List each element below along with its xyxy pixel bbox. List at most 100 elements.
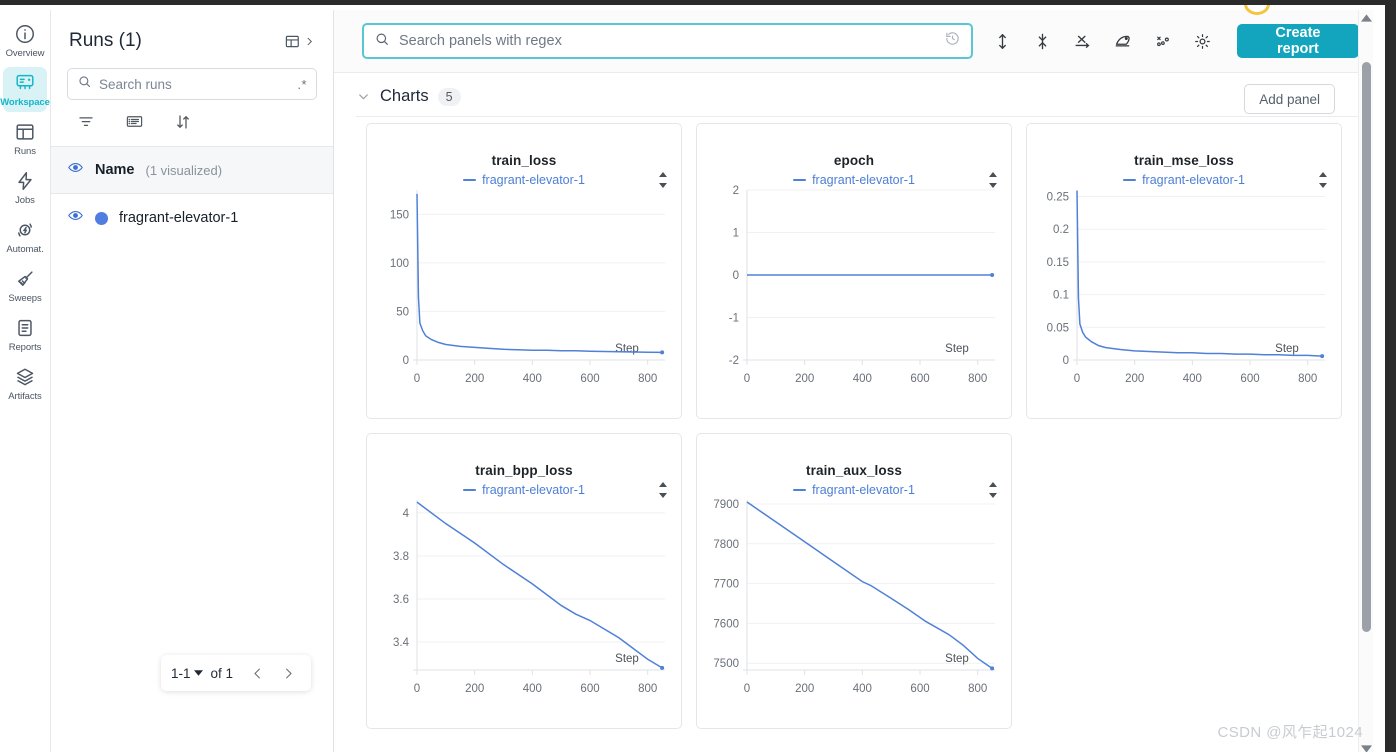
svg-text:600: 600 [580,683,599,695]
page-range-dropdown[interactable]: 1-1 [171,666,203,681]
sidebar-item-overview[interactable]: Overview [3,18,47,63]
sidebar-item-automations[interactable]: Automat. [3,214,47,259]
runs-panel-title: Runs (1) [69,30,142,51]
scroll-up-arrow-icon[interactable] [1359,10,1373,22]
svg-text:0.15: 0.15 [1047,257,1069,269]
automation-icon [14,219,36,241]
svg-text:200: 200 [795,683,814,695]
search-panels-box[interactable] [362,23,973,59]
chart-title: train_bpp_loss [475,463,573,478]
chart-plot-area[interactable]: 3.4 3.6 3.8 4 0 200 400 600 800 Step [367,492,681,728]
chart-title: epoch [833,153,875,168]
sidebar-item-workspace[interactable]: Workspace [0,67,50,112]
sidebar-item-sweeps[interactable]: Sweeps [3,263,47,308]
table-collapse-icon[interactable] [284,32,315,51]
svg-text:0: 0 [403,355,409,367]
svg-text:200: 200 [1125,373,1144,385]
filter-icon[interactable] [77,113,95,136]
run-row[interactable]: fragrant-elevator-1 [51,194,333,242]
svg-text:0: 0 [1074,373,1080,385]
search-runs-input[interactable] [99,76,291,92]
charts-grid: train_loss fragrant-elevator-1 0 50 100 150 0 2… [334,117,1373,729]
chart-plot-area[interactable]: 0 50 100 150 0 200 400 600 800 Step [367,182,681,418]
regex-badge[interactable]: .* [297,77,307,92]
svg-text:-1: -1 [729,313,739,325]
svg-text:400: 400 [523,373,542,385]
svg-text:Step: Step [615,653,639,665]
scroll-down-arrow-icon[interactable] [1359,741,1373,752]
sidebar-item-artifacts[interactable]: Artifacts [3,361,47,406]
gear-icon[interactable] [1183,21,1223,61]
columns-icon[interactable] [125,112,144,136]
chart-panel[interactable]: epoch fragrant-elevator-1 -2 -1 0 1 2 0 200 400 60… [696,123,1012,419]
chart-plot-area[interactable]: 0 0.05 0.1 0.15 0.2 0.25 0 200 400 600 800 Step [1027,182,1341,418]
resize-height-icon[interactable] [983,21,1023,61]
chart-panel[interactable]: train_mse_loss fragrant-elevator-1 0 0.05 0.… [1026,123,1342,419]
chart-title: train_loss [491,153,557,168]
search-panels-input[interactable] [399,33,935,49]
eye-icon[interactable] [67,159,84,181]
runs-panel-header: Runs (1) [51,10,333,52]
sidebar-nav: Overview Workspace Runs Jobs Automat. Sw… [0,10,51,752]
svg-text:600: 600 [1240,373,1259,385]
chevron-right-icon[interactable] [276,666,301,681]
clipboard-icon [14,317,36,339]
scatter-points-icon[interactable] [1143,21,1183,61]
runs-pagination: 1-1 of 1 [161,655,312,691]
svg-text:Step: Step [945,343,969,355]
watermark: CSDN @风乍起1024 [1217,724,1363,741]
page-total-label: of 1 [210,665,234,681]
legend-line-marker [793,488,807,492]
chart-panel[interactable]: train_loss fragrant-elevator-1 0 50 100 150 0 2… [366,123,682,419]
run-name-label: fragrant-elevator-1 [119,210,239,226]
sidebar-label-workspace: Workspace [0,97,50,108]
svg-text:0: 0 [414,373,420,385]
sidebar-item-jobs[interactable]: Jobs [3,165,47,210]
svg-text:7800: 7800 [713,539,739,551]
history-icon[interactable] [944,30,961,52]
collapse-vertical-icon[interactable] [1023,21,1063,61]
chart-panel[interactable]: train_aux_loss fragrant-elevator-1 7500 760… [696,433,1012,729]
charts-section-title: Charts [380,87,429,105]
svg-text:0: 0 [744,683,750,695]
svg-text:200: 200 [465,373,484,385]
svg-text:400: 400 [523,683,542,695]
bolt-icon [14,170,36,192]
svg-text:0.1: 0.1 [1053,290,1069,302]
legend-line-marker [793,178,807,182]
broom-icon [14,268,36,290]
svg-text:100: 100 [390,258,409,270]
chart-series-line [416,501,663,669]
chevron-down-icon[interactable] [356,89,371,104]
chart-plot-area[interactable]: 7500 7600 7700 7800 7900 0 200 400 600 800 Step [697,492,1011,728]
runs-tools [51,100,333,146]
add-panel-button[interactable]: Add panel [1244,84,1335,114]
svg-text:7500: 7500 [713,658,739,670]
svg-text:800: 800 [638,373,657,385]
svg-text:2: 2 [733,185,739,197]
sort-icon[interactable] [174,113,192,136]
sidebar-label-jobs: Jobs [15,195,35,206]
search-runs-box[interactable]: .* [67,68,317,100]
chart-panel[interactable]: train_bpp_loss fragrant-elevator-1 3.4 3.6 3… [366,433,682,729]
sidebar-item-reports[interactable]: Reports [3,312,47,357]
smoothing-icon[interactable] [1103,21,1143,61]
sidebar-item-runs[interactable]: Runs [3,116,47,161]
chevron-left-icon[interactable] [245,666,270,681]
toolbar-icons [983,21,1223,61]
svg-text:0: 0 [733,270,739,282]
chart-series-line [746,501,993,670]
scrollbar-thumb[interactable] [1362,62,1371,632]
sidebar-label-runs: Runs [14,146,36,157]
chart-plot-area[interactable]: -2 -1 0 1 2 0 200 400 600 800 Step [697,182,1011,418]
chart-title: train_aux_loss [806,463,902,478]
svg-text:0.25: 0.25 [1047,192,1069,204]
main-scrollbar[interactable] [1358,10,1373,752]
x-axis-icon[interactable] [1063,21,1103,61]
chevron-down-icon [193,670,203,676]
svg-text:150: 150 [390,209,409,221]
main-content: Create report Charts 5 Add panel train_l… [334,10,1373,752]
svg-text:0.2: 0.2 [1053,224,1069,236]
eye-icon[interactable] [67,207,84,229]
create-report-button[interactable]: Create report [1236,24,1359,58]
